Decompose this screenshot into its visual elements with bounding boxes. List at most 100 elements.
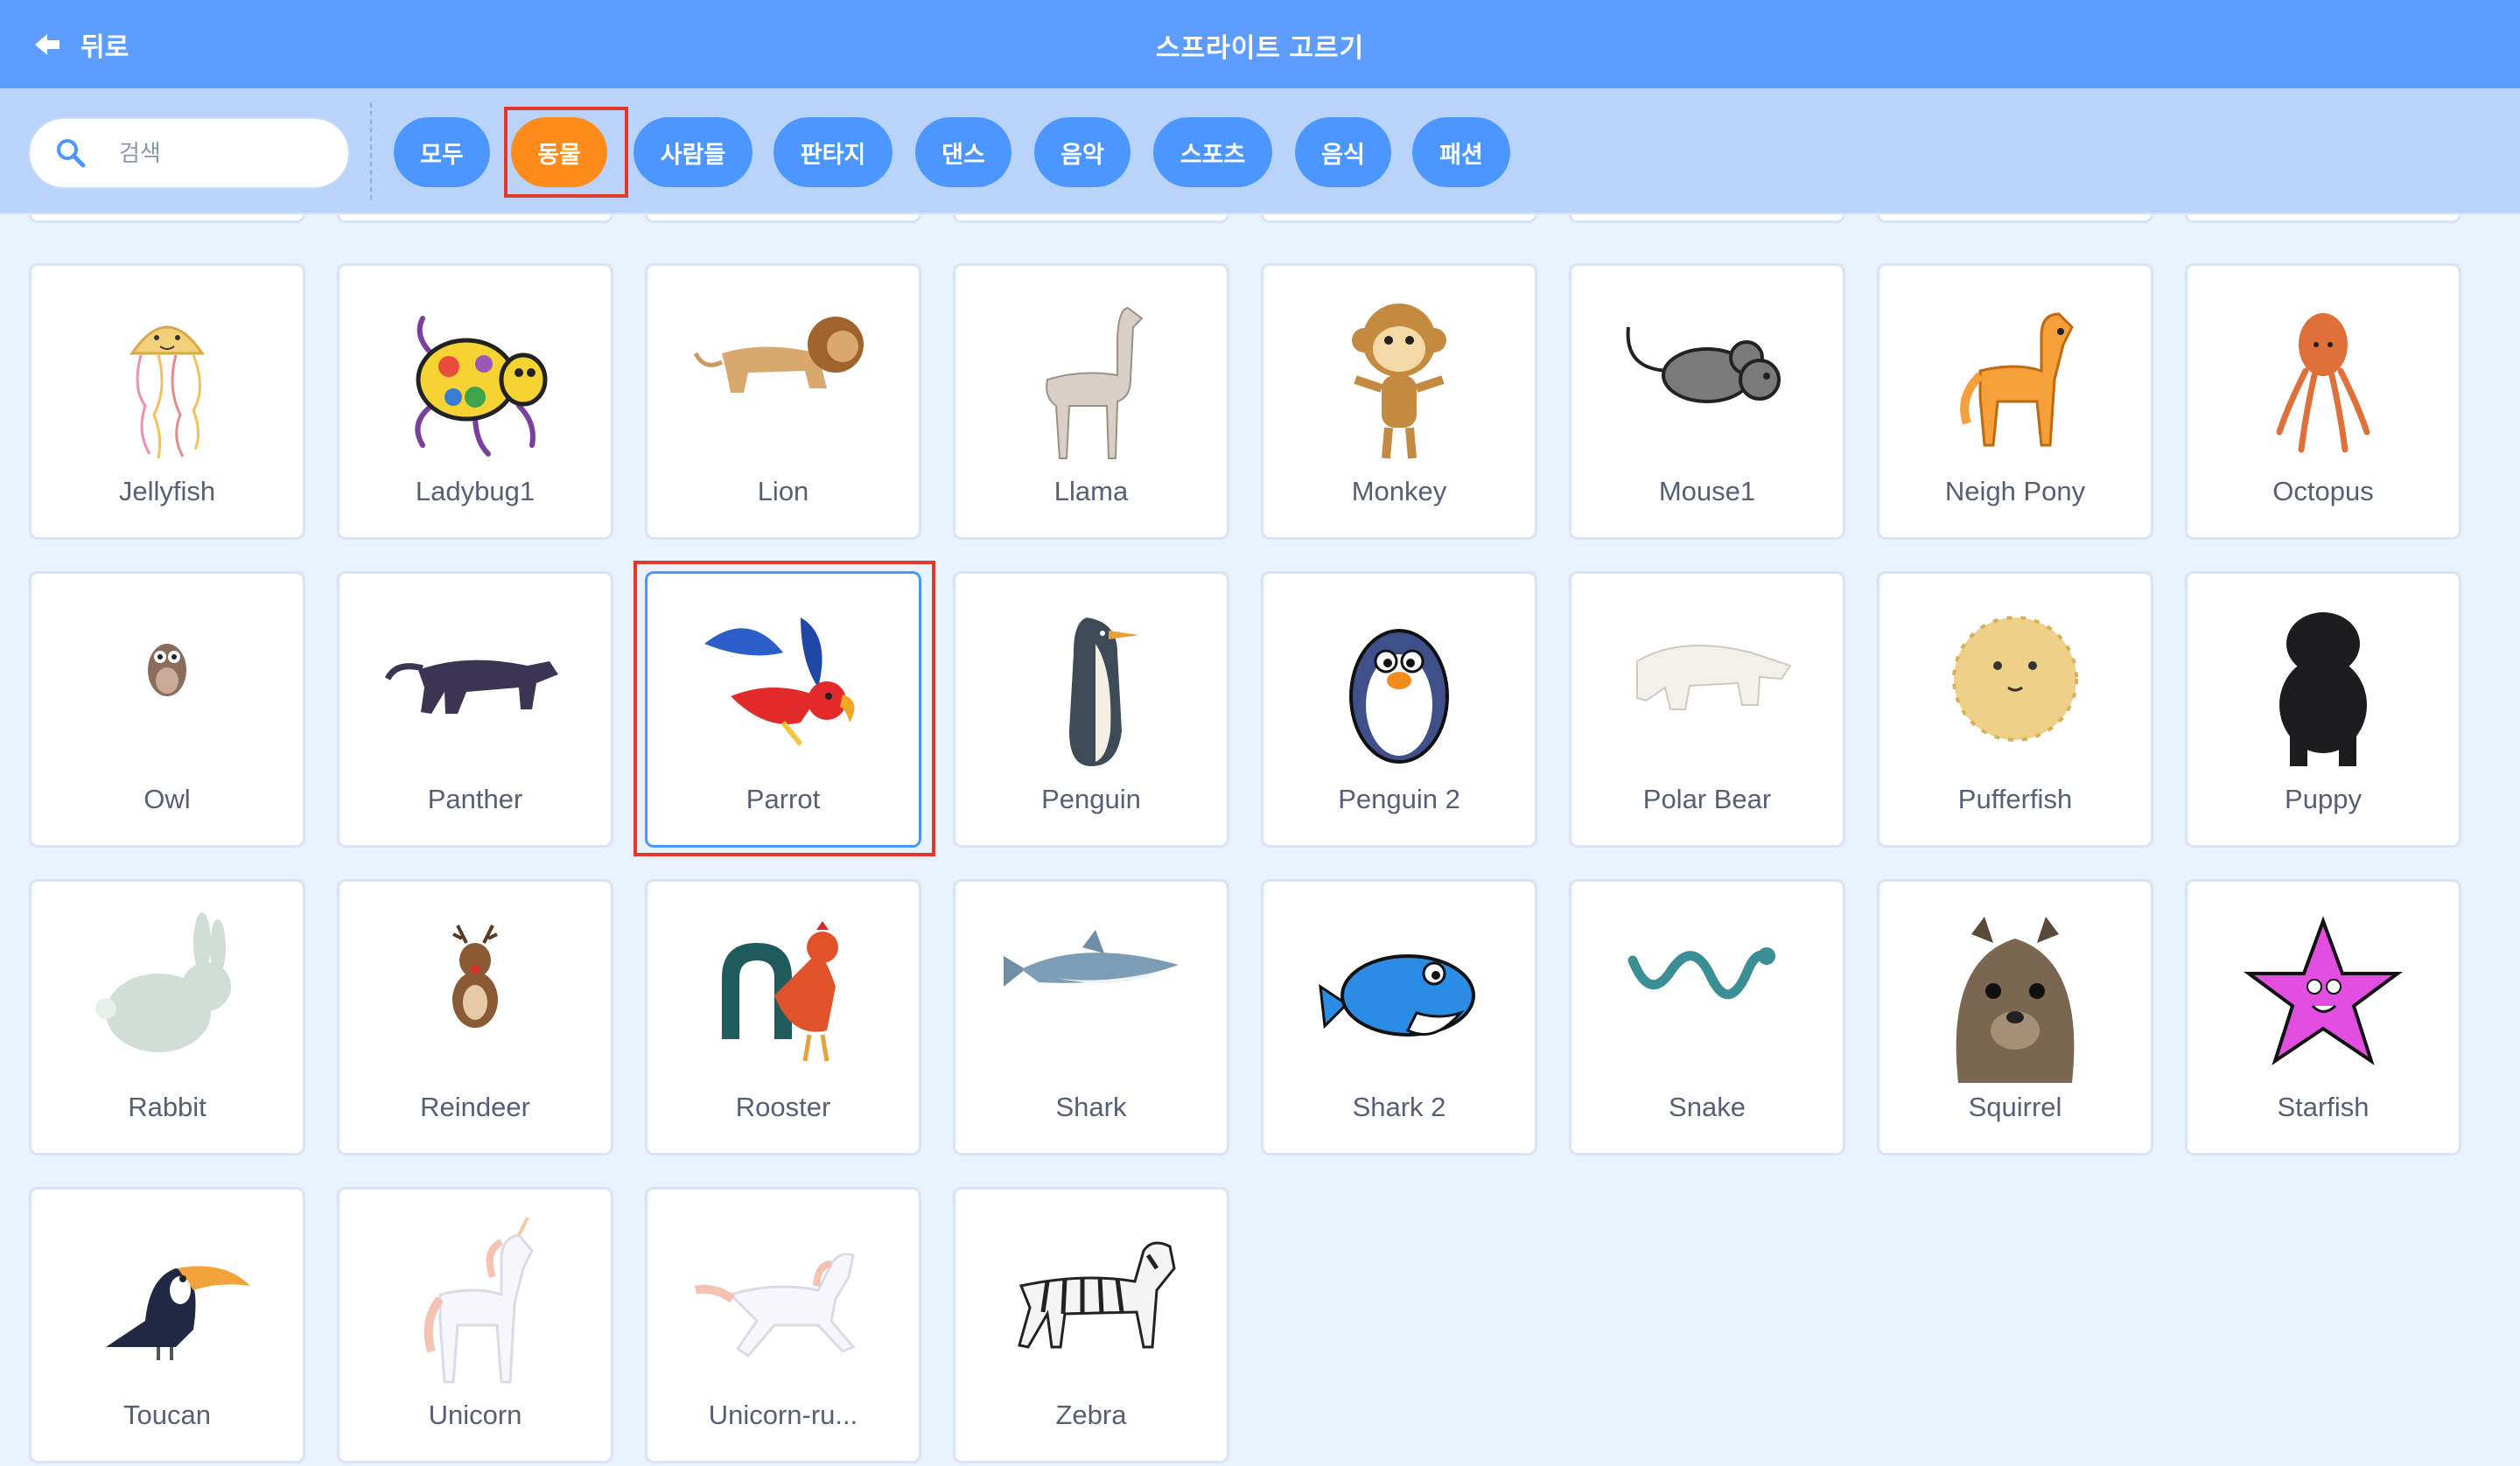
card-peek	[1261, 214, 1537, 223]
snake-icon	[1628, 947, 1775, 1000]
sprite-name: Octopus	[2272, 476, 2374, 506]
sprite-card-polar-bear[interactable]: Polar Bear	[1569, 571, 1845, 848]
sprite-card-penguin-2[interactable]: Penguin 2	[1261, 571, 1537, 848]
card-peek	[2185, 214, 2461, 223]
sprite-card-rooster[interactable]: Rooster	[645, 879, 921, 1155]
toucan-icon	[106, 1266, 250, 1360]
sprite-card-monkey[interactable]: Monkey	[1261, 263, 1537, 540]
sprite-card-unicorn[interactable]: Unicorn	[337, 1187, 613, 1463]
sprite-grid: Jellyfish Ladybug1 Lion Llama Monkey Mou…	[0, 214, 2520, 1466]
sprite-name: Unicorn-ru...	[708, 1400, 858, 1430]
sprite-name: Zebra	[1055, 1400, 1127, 1430]
sprite-card-penguin[interactable]: Penguin	[953, 571, 1229, 848]
sprite-name: Puppy	[2285, 784, 2362, 814]
reindeer-icon	[452, 925, 498, 1028]
sprite-name: Panther	[427, 784, 523, 814]
unicorn-running-icon	[694, 1253, 856, 1358]
card-peek	[953, 214, 1229, 223]
sprite-card-jellyfish[interactable]: Jellyfish	[29, 263, 305, 540]
sprite-name: Squirrel	[1968, 1092, 2062, 1122]
search-input[interactable]	[119, 139, 329, 167]
sprite-card-neigh-pony[interactable]: Neigh Pony	[1877, 263, 2153, 540]
rooster-icon	[722, 921, 838, 1062]
sprite-name: Rooster	[735, 1092, 831, 1122]
sprite-name: Jellyfish	[118, 476, 216, 506]
jellyfish-icon	[130, 325, 205, 459]
zebra-icon	[1018, 1241, 1176, 1349]
starfish-icon	[2243, 916, 2404, 1065]
sprite-card-toucan[interactable]: Toucan	[29, 1187, 305, 1463]
sprite-name: Penguin	[1041, 784, 1141, 814]
sprite-name: Reindeer	[420, 1092, 530, 1122]
sprite-name: Monkey	[1351, 476, 1447, 506]
sprite-card-pufferfish[interactable]: Pufferfish	[1877, 571, 2153, 848]
card-peek	[337, 214, 613, 223]
owl-icon	[148, 644, 186, 696]
sprite-name: Toucan	[123, 1400, 211, 1430]
sprite-card-mouse1[interactable]: Mouse1	[1569, 263, 1845, 540]
pony-icon	[1960, 312, 2074, 447]
sprite-name: Neigh Pony	[1944, 476, 2086, 506]
tag-dance[interactable]: 댄스	[915, 117, 1012, 187]
sprite-name: Mouse1	[1658, 476, 1756, 506]
sprite-card-parrot[interactable]: Parrot	[645, 571, 921, 848]
penguin-icon	[1069, 618, 1139, 766]
tag-fashion[interactable]: 패션	[1412, 117, 1510, 187]
sprite-name: Shark	[1055, 1092, 1127, 1122]
parrot-icon	[704, 618, 855, 746]
sprite-name: Pufferfish	[1957, 784, 2073, 814]
sprite-card-shark-2[interactable]: Shark 2	[1261, 879, 1537, 1155]
sprite-name: Snake	[1669, 1092, 1746, 1122]
octopus-icon	[2276, 313, 2370, 453]
sprite-card-snake[interactable]: Snake	[1569, 879, 1845, 1155]
sprite-card-zebra[interactable]: Zebra	[953, 1187, 1229, 1463]
top-bar: 뒤로 스프라이트 고르기	[0, 0, 2520, 88]
tag-fantasy[interactable]: 판타지	[774, 117, 892, 187]
sprite-card-ladybug1[interactable]: Ladybug1	[337, 263, 613, 540]
sprite-card-octopus[interactable]: Octopus	[2185, 263, 2461, 540]
sprite-card-unicorn-running[interactable]: Unicorn-ru...	[645, 1187, 921, 1463]
tag-sports[interactable]: 스포츠	[1153, 117, 1272, 187]
monkey-icon	[1352, 304, 1446, 459]
sprite-card-owl[interactable]: Owl	[29, 571, 305, 848]
sprite-card-puppy[interactable]: Puppy	[2185, 571, 2461, 848]
tag-food[interactable]: 음식	[1295, 117, 1391, 187]
sprite-card-panther[interactable]: Panther	[337, 571, 613, 848]
unicorn-icon	[424, 1217, 534, 1384]
sprite-name: Owl	[144, 784, 191, 814]
tag-animals[interactable]: 동물	[511, 117, 607, 187]
rabbit-icon	[95, 912, 231, 1052]
sprite-name: Lion	[757, 476, 809, 506]
llama-icon	[1046, 306, 1144, 459]
sprite-card-starfish[interactable]: Starfish	[2185, 879, 2461, 1155]
sprite-card-llama[interactable]: Llama	[953, 263, 1229, 540]
sprite-card-shark[interactable]: Shark	[953, 879, 1229, 1155]
search-box[interactable]	[28, 117, 350, 189]
sprite-card-reindeer[interactable]: Reindeer	[337, 879, 613, 1155]
shark2-icon	[1319, 954, 1475, 1037]
pufferfish-icon	[1952, 616, 2078, 742]
lion-icon	[693, 317, 864, 393]
panther-icon	[384, 660, 558, 714]
card-peek	[645, 214, 921, 223]
sprite-name: Starfish	[2277, 1092, 2370, 1122]
sprite-card-lion[interactable]: Lion	[645, 263, 921, 540]
penguin2-icon	[1349, 629, 1449, 764]
sprite-name: Rabbit	[128, 1092, 206, 1122]
polar-bear-icon	[1636, 645, 1792, 710]
squirrel-icon	[1956, 917, 2075, 1083]
ladybug-icon	[415, 316, 548, 457]
tag-people[interactable]: 사람들	[634, 117, 752, 187]
sprite-name: Penguin 2	[1338, 784, 1460, 814]
sprite-card-rabbit[interactable]: Rabbit	[29, 879, 305, 1155]
shark-icon	[1004, 930, 1179, 987]
card-peek	[29, 214, 305, 223]
filter-bar: 모두 동물 사람들 판타지 댄스 음악 스포츠 음식 패션	[0, 88, 2520, 214]
sprite-name: Llama	[1054, 476, 1129, 506]
puppy-icon	[2279, 612, 2367, 766]
search-icon	[57, 139, 86, 168]
mouse-icon	[1626, 326, 1781, 403]
tag-music[interactable]: 음악	[1034, 117, 1130, 187]
tag-all[interactable]: 모두	[394, 117, 490, 187]
sprite-card-squirrel[interactable]: Squirrel	[1877, 879, 2153, 1155]
